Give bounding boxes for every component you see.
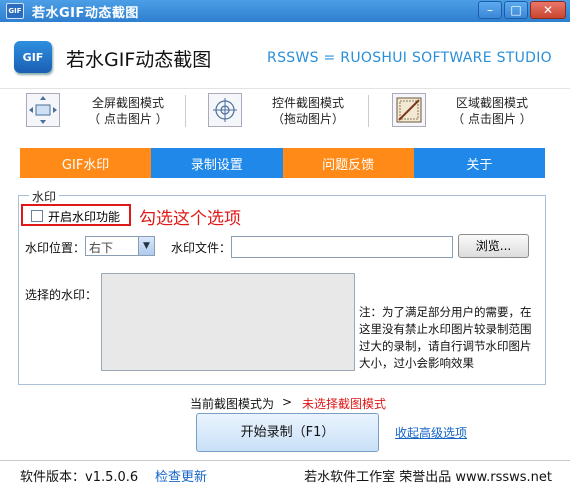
window-controls: – □ ✕ [478,1,566,19]
mode-region-hint: （ 点击图片 ） [452,112,532,126]
note-line: 过大的录制，请自行调节水印图片 [359,339,532,353]
mode-control-title: 控件截图模式 [271,96,344,110]
collapse-advanced-link[interactable]: 收起高级选项 [395,424,467,441]
file-label: 水印文件： [171,241,232,255]
check-update-link[interactable]: 检查更新 [155,466,207,485]
start-recording-button[interactable]: 开始录制（F1） [196,413,379,452]
maximize-button[interactable]: □ [504,1,528,19]
enable-watermark-checkbox[interactable] [31,210,43,222]
position-label: 水印位置： [25,241,86,255]
tab-gif-watermark[interactable]: GIF水印 [20,148,152,178]
watermark-group: 水印 开启水印功能 勾选这个选项 水印位置： 右下 ▼ 水印文件： 浏览... … [18,188,546,385]
app-header: GIF 若水GIF动态截图 RSSWS = RUOSHUI SOFTWARE S… [0,22,570,88]
app-title: 若水GIF动态截图 [66,49,212,71]
enable-watermark-highlight: 开启水印功能 [21,204,131,226]
version-text: 软件版本：v1.5.0.6 [20,470,139,485]
note-line: 注：为了满足部分用户的需要，在 [359,305,532,319]
footer: 软件版本：v1.5.0.6 检查更新 若水软件工作室 荣誉出品 www.rssw… [0,460,570,490]
status-value: 未选择截图模式 [302,397,387,411]
fullscreen-arrows-icon[interactable] [26,93,60,127]
mode-fullscreen-label: 全屏截图模式 （ 点击图片 ） [88,95,168,127]
note-line: 这里没有禁止水印图片较录制范围 [359,322,532,336]
annotation-text: 勾选这个选项 [139,209,241,229]
note-line: 大小，过小会影响效果 [359,356,474,370]
chevron-down-icon[interactable]: ▼ [138,237,154,255]
copyright-text: 若水软件工作室 荣誉出品 www.rssws.net [304,470,552,485]
position-select[interactable]: 右下 ▼ [85,236,155,256]
mode-control-label: 控件截图模式 （拖动图片） [268,95,348,127]
tab-feedback[interactable]: 问题反馈 [282,148,414,178]
capture-mode-row: 全屏截图模式 （ 点击图片 ） 控件截图模式 （拖动图片） 区域截图模式 （ 点… [0,88,570,138]
crosshair-target-icon[interactable] [208,93,242,127]
minimize-button[interactable]: – [478,1,502,19]
mode-divider [368,95,369,127]
watermark-legend: 水印 [29,188,60,205]
title-bar[interactable]: GIF 若水GIF动态截图 – □ ✕ [0,0,570,22]
app-icon: GIF [6,3,24,19]
mode-region-label: 区域截图模式 （ 点击图片 ） [452,95,532,127]
position-value: 右下 [89,241,114,255]
tab-record-settings[interactable]: 录制设置 [151,148,283,178]
mode-divider [185,95,186,127]
app-logo: GIF [14,41,52,73]
enable-watermark-label[interactable]: 开启水印功能 [48,208,120,225]
preview-label: 选择的水印： [25,288,98,302]
mode-region-title: 区域截图模式 [455,96,528,110]
mode-control-hint: （拖动图片） [271,112,344,126]
watermark-preview [101,273,355,371]
watermark-note: 注：为了满足部分用户的需要，在 这里没有禁止水印图片较录制范围 过大的录制，请自… [359,304,545,372]
tab-bar: GIF水印 录制设置 问题反馈 关于 [20,148,545,178]
mode-fullscreen-title: 全屏截图模式 [91,96,164,110]
tab-about[interactable]: 关于 [413,148,545,178]
status-arrow: > [282,395,293,409]
browse-button[interactable]: 浏览... [458,234,529,258]
studio-name: RSSWS = RUOSHUI SOFTWARE STUDIO [267,50,552,66]
close-button[interactable]: ✕ [530,1,566,19]
watermark-file-input[interactable] [231,236,453,258]
mode-fullscreen-hint: （ 点击图片 ） [88,112,168,126]
region-select-icon[interactable] [392,93,426,127]
window-title: 若水GIF动态截图 [32,5,139,21]
status-label: 当前截图模式为 [190,397,275,411]
